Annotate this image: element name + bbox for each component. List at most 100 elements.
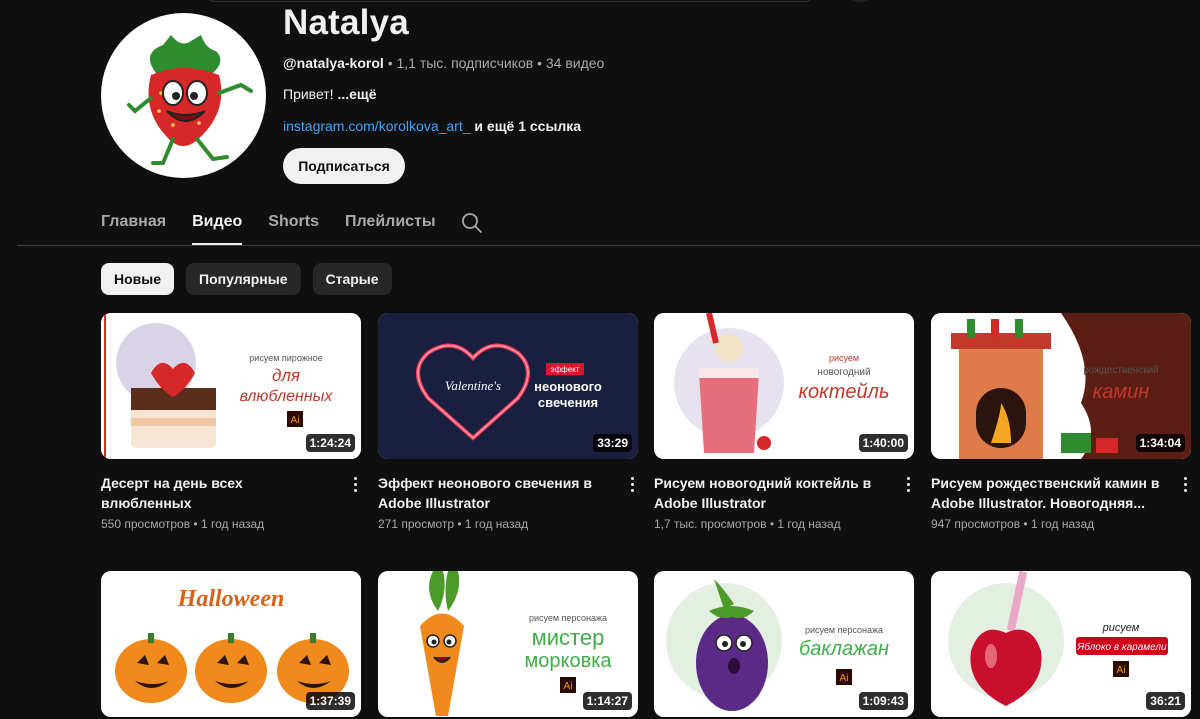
video-thumbnail[interactable]: рисуем Яблоко в карамели Ai 36:21 <box>931 571 1191 717</box>
subscriber-count: 1,1 тыс. подписчиков <box>396 55 534 71</box>
video-thumbnail[interactable]: рисуем персонажа баклажан Ai 1:09:43 <box>654 571 914 717</box>
view-count: 947 просмотров <box>931 517 1021 531</box>
search-icon[interactable] <box>460 211 484 235</box>
video-duration: 1:09:43 <box>858 692 908 710</box>
video-card[interactable]: рисуем пирожное для влюбленных Ai 1:24:2… <box>101 313 361 531</box>
video-title[interactable]: Десерт на день всех влюбленных <box>101 473 333 513</box>
more-vert-icon[interactable] <box>1179 473 1191 495</box>
more-vert-icon[interactable] <box>626 473 638 495</box>
chip-popular[interactable]: Популярные <box>186 263 301 295</box>
svg-text:Ai: Ai <box>840 673 849 684</box>
svg-text:Ai: Ai <box>1117 665 1126 676</box>
thumb-title-line: свечения <box>538 395 598 410</box>
thumb-title-line: камин <box>1093 381 1149 403</box>
video-thumbnail[interactable]: Valentine's эффект неонового свечения 33… <box>378 313 638 459</box>
description-more-link[interactable]: ...ещё <box>337 86 376 102</box>
thumb-title-line: для <box>272 366 300 385</box>
video-duration: 1:37:39 <box>305 692 355 710</box>
channel-meta: @natalya-korol • 1,1 тыс. подписчиков • … <box>283 55 604 71</box>
video-thumbnail[interactable]: рисуем новогодний коктейль 1:40:00 <box>654 313 914 459</box>
thumb-subtitle: рисуем <box>829 353 859 363</box>
upload-age: 1 год назад <box>200 517 265 531</box>
tab-home[interactable]: Главная <box>101 203 166 245</box>
video-card[interactable]: рисуем персонажа мистер морковка Ai 1:14… <box>378 571 638 717</box>
channel-name: Natalya <box>283 3 409 42</box>
video-duration: 1:40:00 <box>858 434 908 452</box>
video-card[interactable]: рисуем новогодний коктейль 1:40:00 Рисуе… <box>654 313 914 531</box>
video-stats: 550 просмотров • 1 год назад <box>101 517 361 531</box>
thumb-title-line: мистер <box>532 625 605 650</box>
more-vert-icon[interactable] <box>349 473 361 495</box>
description-text: Привет! <box>283 86 334 102</box>
video-card[interactable]: Halloween 1:37:39 <box>101 571 361 717</box>
chip-oldest[interactable]: Старые <box>312 263 392 295</box>
channel-handle: @natalya-korol <box>283 55 384 71</box>
video-stats: 947 просмотров • 1 год назад <box>931 517 1191 531</box>
video-title[interactable]: Эффект неонового свечения в Adobe Illust… <box>378 473 610 513</box>
channel-description[interactable]: Привет! ...ещё <box>283 86 377 102</box>
thumb-title-line: влюбленных <box>240 388 334 405</box>
sort-chips: Новые Популярные Старые <box>101 263 392 295</box>
tab-videos[interactable]: Видео <box>192 203 243 245</box>
video-title[interactable]: Рисуем рождественский камин в Adobe Illu… <box>931 473 1163 513</box>
thumb-subtitle: рисуем персонажа <box>805 625 883 635</box>
thumb-subtitle: эффект <box>551 365 580 374</box>
video-duration: 1:24:24 <box>305 434 355 452</box>
view-count: 550 просмотров <box>101 517 191 531</box>
chip-newest[interactable]: Новые <box>101 263 175 295</box>
tabs-divider <box>17 245 1200 246</box>
video-duration: 1:14:27 <box>582 692 632 710</box>
thumb-subtitle: рисуем персонажа <box>529 613 607 623</box>
video-duration: 1:34:04 <box>1135 434 1185 452</box>
video-card[interactable]: Valentine's эффект неонового свечения 33… <box>378 313 638 531</box>
upload-age: 1 год назад <box>1030 517 1095 531</box>
more-vert-icon[interactable] <box>902 473 914 495</box>
more-links-button[interactable]: и ещё 1 ссылка <box>474 118 581 134</box>
tab-playlists[interactable]: Плейлисты <box>345 203 436 245</box>
thumb-title-line: баклажан <box>799 638 889 660</box>
thumb-subtitle: новогодний <box>817 367 870 378</box>
separator: • <box>190 517 201 531</box>
upload-age: 1 год назад <box>777 517 841 531</box>
search-bar-edge[interactable] <box>205 0 815 2</box>
thumb-title-line: Halloween <box>177 586 285 612</box>
separator: • <box>766 517 778 531</box>
video-count: 34 видео <box>545 55 605 71</box>
subscribe-button[interactable]: Подписаться <box>283 148 405 184</box>
voice-search-button[interactable] <box>842 0 878 2</box>
video-stats: 271 просмотр • 1 год назад <box>378 517 638 531</box>
thumb-subtitle: рождественский <box>1083 365 1159 376</box>
svg-text:Valentine's: Valentine's <box>445 378 501 393</box>
video-thumbnail[interactable]: Halloween 1:37:39 <box>101 571 361 717</box>
channel-links: instagram.com/korolkova_art_ и ещё 1 ссы… <box>283 118 581 134</box>
video-stats: 1,7 тыс. просмотров • 1 год назад <box>654 517 914 531</box>
view-count: 271 просмотр <box>378 517 455 531</box>
video-card[interactable]: рисуем персонажа баклажан Ai 1:09:43 <box>654 571 914 717</box>
separator: • <box>454 517 465 531</box>
thumb-subtitle: рисуем пирожное <box>249 353 322 363</box>
video-title[interactable]: Рисуем новогодний коктейль в Adobe Illus… <box>654 473 886 513</box>
thumb-subtitle: рисуем <box>1102 622 1140 634</box>
video-thumbnail[interactable]: рисуем персонажа мистер морковка Ai 1:14… <box>378 571 638 717</box>
video-card[interactable]: рисуем Яблоко в карамели Ai 36:21 <box>931 571 1191 717</box>
video-thumbnail[interactable]: рисуем пирожное для влюбленных Ai 1:24:2… <box>101 313 361 459</box>
thumb-title-line: морковка <box>524 650 612 672</box>
video-card[interactable]: рождественский камин 1:34:04 Рисуем рожд… <box>931 313 1191 531</box>
separator: • <box>1020 517 1031 531</box>
video-duration: 33:29 <box>593 434 632 452</box>
svg-text:Ai: Ai <box>564 681 573 692</box>
thumb-title-line: коктейль <box>799 381 890 403</box>
channel-tabs: Главная Видео Shorts Плейлисты <box>101 203 436 245</box>
separator: • <box>537 55 546 71</box>
channel-avatar[interactable] <box>101 13 266 178</box>
tab-shorts[interactable]: Shorts <box>268 203 319 245</box>
video-thumbnail[interactable]: рождественский камин 1:34:04 <box>931 313 1191 459</box>
strawberry-mascot-icon <box>127 35 253 165</box>
thumb-title-line: Яблоко в карамели <box>1076 641 1167 653</box>
svg-text:Ai: Ai <box>291 415 300 426</box>
video-duration: 36:21 <box>1146 692 1185 710</box>
upload-age: 1 год назад <box>464 517 529 531</box>
instagram-link[interactable]: instagram.com/korolkova_art_ <box>283 118 471 134</box>
thumb-title-line: неонового <box>534 379 602 394</box>
view-count: 1,7 тыс. просмотров <box>654 517 767 531</box>
